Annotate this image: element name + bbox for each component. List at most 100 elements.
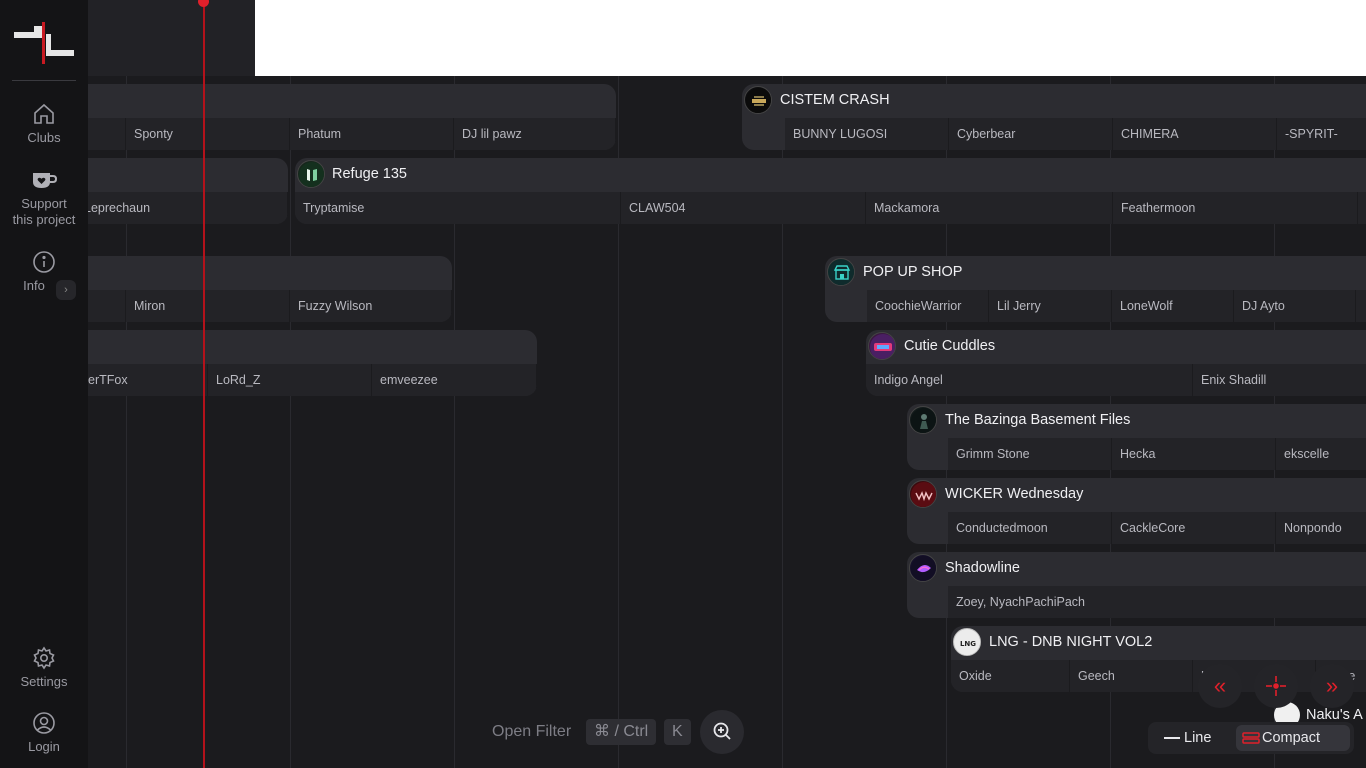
user-circle-icon [33, 712, 55, 734]
double-chevron-right-icon: » [1325, 673, 1339, 698]
time-header-panel [88, 0, 255, 76]
sidebar-item-label: Settings [20, 674, 68, 689]
set-slot[interactable]: Cyberbear [949, 118, 1113, 150]
sidebar-item-label: Support [21, 196, 67, 211]
set-slot[interactable] [1356, 290, 1366, 322]
line-view-label: Line [1184, 730, 1212, 746]
set-slot[interactable]: Mackamora [866, 192, 1113, 224]
set-slot[interactable]: Indigo Angel [866, 364, 1193, 396]
event-title: Cutie Cuddles [904, 338, 996, 354]
set-row: erTFox LoRd_Z emveezee [88, 364, 537, 396]
set-slot[interactable]: Lil Jerry [989, 290, 1112, 322]
center-now-button[interactable] [1254, 664, 1298, 708]
set-slot[interactable]: Grimm Stone [948, 438, 1112, 470]
double-chevron-left-icon: « [1213, 673, 1227, 698]
set-slot[interactable]: CackleCore [1112, 512, 1276, 544]
set-slot[interactable]: DJ lil pawz [454, 118, 616, 150]
set-slot[interactable]: Tryptamise [295, 192, 621, 224]
info-icon [33, 251, 55, 273]
set-slot[interactable]: ekscelle [1276, 438, 1366, 470]
expand-sidebar-button[interactable]: › [56, 280, 76, 300]
sidebar-item-label: Login [28, 739, 60, 754]
set-slot[interactable]: BUNNY LUGOSI [785, 118, 949, 150]
set-slot[interactable]: Conductedmoon [948, 512, 1112, 544]
event-block[interactable]: erTFox LoRd_Z emveezee [88, 330, 537, 396]
sidebar-item-label: Info [23, 278, 45, 293]
sidebar-item-settings[interactable]: Settings [0, 646, 88, 690]
scroll-back-button[interactable]: « [1198, 664, 1242, 708]
zoom-in-icon [713, 722, 731, 740]
compact-view-button[interactable]: Compact [1236, 725, 1350, 751]
sidebar-item-support[interactable]: Support this project [0, 170, 88, 228]
club-avatar [909, 554, 937, 582]
set-slot[interactable]: Geech [1070, 660, 1193, 692]
set-slot[interactable]: LoneWolf [1112, 290, 1234, 322]
sidebar: Clubs Support this project Info › Settin… [0, 0, 88, 768]
set-slot[interactable] [88, 118, 126, 150]
set-slot[interactable]: Phatum [290, 118, 454, 150]
event-title: WICKER Wednesday [945, 486, 1084, 502]
current-time-line [203, 0, 205, 768]
event-block[interactable]: LNG LNG - DNB NIGHT VOL2 Oxide Geech U..… [951, 626, 1366, 692]
club-avatar [827, 258, 855, 286]
set-row: Zoey, NyachPachiPach [907, 586, 1366, 618]
club-avatar: LNG [953, 628, 981, 656]
set-slot[interactable] [88, 290, 126, 322]
set-slot[interactable]: Hecka [1112, 438, 1276, 470]
set-slot[interactable]: Zoey, NyachPachiPach [948, 586, 1366, 618]
event-title: Shadowline [945, 560, 1020, 576]
app-logo[interactable] [12, 20, 76, 66]
event-block[interactable]: Shadowline Zoey, NyachPachiPach [907, 552, 1366, 618]
event-title: The Bazinga Basement Files [945, 412, 1131, 428]
set-slot[interactable]: CLAW504 [621, 192, 866, 224]
zoom-button[interactable] [700, 710, 744, 754]
line-view-button[interactable]: Line [1158, 725, 1238, 751]
set-slot[interactable]: Sponty [126, 118, 290, 150]
set-row: Indigo Angel Enix Shadill [866, 364, 1366, 396]
set-slot[interactable]: Fuzzy Wilson [290, 290, 452, 322]
event-title: POP UP SHOP [863, 264, 963, 280]
coffee-heart-icon [33, 173, 57, 188]
event-block[interactable]: Leprechaun [88, 158, 288, 224]
event-block[interactable]: WICKER Wednesday Conductedmoon CackleCor… [907, 478, 1366, 544]
set-slot[interactable]: erTFox [88, 364, 208, 396]
chevron-right-icon: › [64, 284, 68, 296]
set-row: Sponty Phatum DJ lil pawz [88, 118, 616, 150]
sidebar-item-login[interactable]: Login [0, 711, 88, 755]
open-filter-button[interactable]: Open Filter [492, 722, 571, 742]
set-row: Leprechaun [88, 192, 288, 224]
sidebar-divider [12, 80, 76, 81]
timeline[interactable]: Sponty Phatum DJ lil pawz CISTEM CRASH B… [88, 0, 1366, 768]
sidebar-item-label: Clubs [27, 130, 61, 145]
event-title: LNG - DNB NIGHT VOL2 [989, 634, 1153, 650]
set-slot[interactable]: Feathermoon [1113, 192, 1358, 224]
event-block[interactable]: Cutie Cuddles Indigo Angel Enix Shadill [866, 330, 1366, 396]
gear-icon [33, 646, 55, 670]
event-block[interactable]: Miron Fuzzy Wilson [88, 256, 452, 322]
event-block[interactable]: Sponty Phatum DJ lil pawz [88, 84, 616, 150]
event-block[interactable]: CISTEM CRASH BUNNY LUGOSI Cyberbear CHIM… [742, 84, 1366, 150]
set-slot[interactable]: Miron [126, 290, 290, 322]
set-slot[interactable]: CHIMERA [1113, 118, 1277, 150]
set-slot[interactable]: DJ Ayto [1234, 290, 1356, 322]
scroll-forward-button[interactable]: » [1310, 664, 1354, 708]
set-slot[interactable]: Enix Shadill [1193, 364, 1366, 396]
shortcut-modifier-key: ⌘ / Ctrl [586, 719, 657, 745]
set-slot[interactable]: LoRd_Z [208, 364, 372, 396]
set-slot[interactable]: CoochieWarrior [867, 290, 989, 322]
set-slot[interactable]: emveezee [372, 364, 537, 396]
event-block[interactable]: POP UP SHOP CoochieWarrior Lil Jerry Lon… [825, 256, 1366, 322]
event-block[interactable]: Refuge 135 Tryptamise CLAW504 Mackamora … [295, 158, 1366, 224]
sidebar-item-clubs[interactable]: Clubs [0, 102, 88, 146]
set-row: Grimm Stone Hecka ekscelle [907, 438, 1366, 470]
set-row: Oxide Geech U...op ...une [951, 660, 1366, 692]
event-block[interactable]: The Bazinga Basement Files Grimm Stone H… [907, 404, 1366, 470]
set-slot[interactable] [1358, 192, 1366, 224]
set-slot[interactable]: Leprechaun [88, 192, 288, 224]
line-icon [1164, 737, 1180, 739]
set-slot[interactable]: Oxide [951, 660, 1070, 692]
view-mode-toggle: Line Compact [1148, 722, 1354, 754]
set-slot[interactable]: -SPYRIT- [1277, 118, 1366, 150]
event-title: Refuge 135 [332, 166, 407, 182]
set-slot[interactable]: Nonpondo [1276, 512, 1366, 544]
